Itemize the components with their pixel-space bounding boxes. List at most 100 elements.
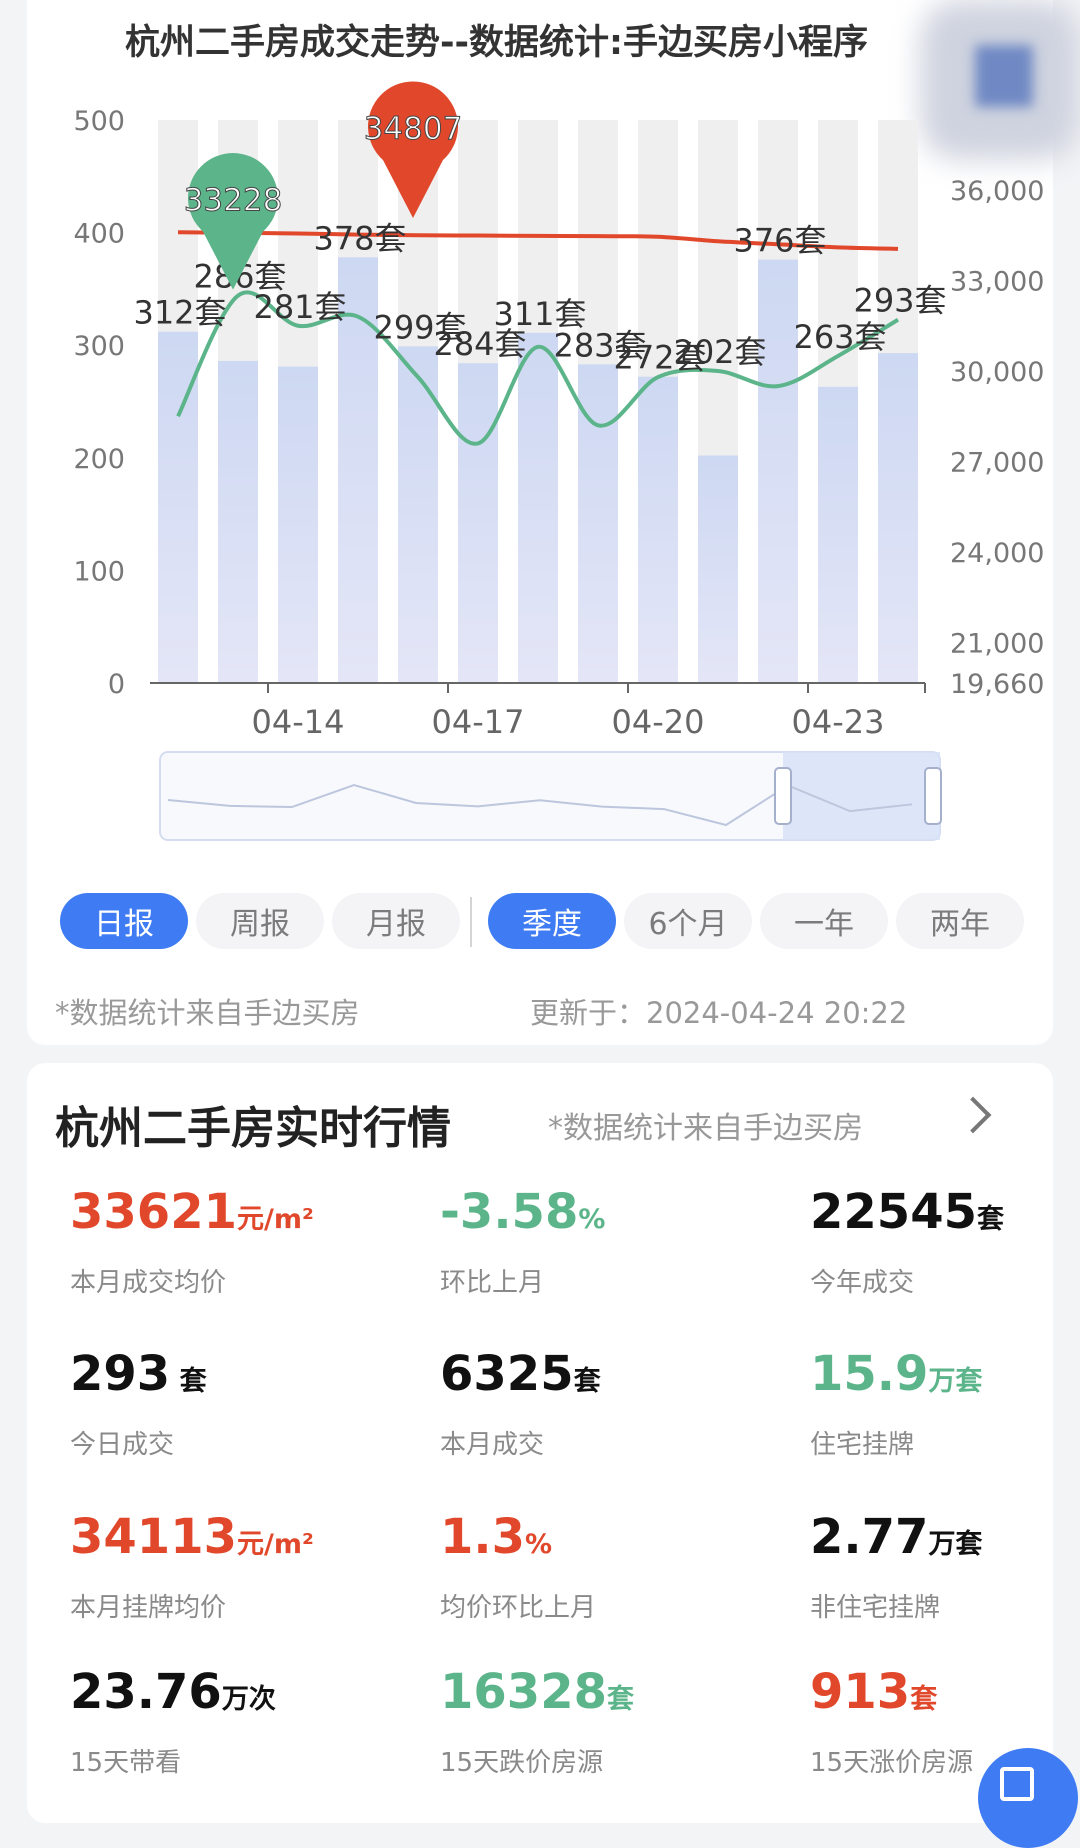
stat-label: 均价环比上月: [440, 1593, 597, 1623]
stat-number: 913: [810, 1664, 911, 1720]
tab-monthly[interactable]: 月报: [332, 893, 460, 949]
tab-weekly[interactable]: 周报: [196, 893, 324, 949]
y-tick-label: 0: [108, 669, 125, 700]
bar-value-label: 263套: [793, 318, 886, 356]
stat-value: 293 套: [70, 1350, 207, 1398]
stat-value: 23.76万次: [70, 1668, 276, 1716]
range-slider-right-handle: [924, 767, 942, 825]
stat-value: 6325套: [440, 1350, 601, 1398]
stat-number: 1.3: [440, 1509, 526, 1565]
bar-value-label: 202套: [673, 333, 766, 371]
stat-value: 1.3%: [440, 1513, 596, 1561]
tab-6months[interactable]: 6个月: [624, 893, 752, 949]
bar: [458, 363, 498, 683]
stat-value: -3.58%: [440, 1188, 605, 1236]
tab-quarter[interactable]: 季度: [488, 893, 616, 949]
stat-value: 2.77万套: [810, 1513, 982, 1561]
bar: [698, 455, 738, 683]
stat-item: 33621元/m² 本月成交均价: [70, 1188, 314, 1299]
stat-number: 34113: [70, 1509, 237, 1565]
bar: [278, 366, 318, 683]
stat-label: 本月挂牌均价: [70, 1593, 227, 1623]
stat-unit: 万套: [928, 1529, 983, 1560]
chart-title: 杭州二手房成交走势--数据统计:手边买房小程序: [125, 23, 869, 63]
x-tick-label: 04-23: [792, 703, 885, 741]
stat-number: 293: [70, 1346, 171, 1402]
stat-number: 16328: [440, 1664, 607, 1720]
stat-unit: 万次: [221, 1684, 276, 1715]
stat-number: 2.77: [810, 1509, 929, 1565]
y-tick-label: 500: [73, 106, 125, 137]
bar: [518, 332, 558, 683]
tab-1year[interactable]: 一年: [760, 893, 888, 949]
trend-chart[interactable]: 0 100 200 300 400 500 19,660 21,000 24,000 27,000…: [0, 80, 1080, 850]
stat-unit: 元/m²: [237, 1204, 314, 1235]
y2-tick-label: 33,000: [950, 267, 1044, 298]
y2-tick-label: 19,660: [950, 669, 1044, 700]
y2-tick-label: 36,000: [950, 176, 1044, 207]
stat-unit: 元/m²: [237, 1529, 314, 1560]
stat-unit: 套: [573, 1366, 601, 1397]
market-title: 杭州二手房实时行情: [55, 1103, 451, 1154]
stat-label: 今年成交: [810, 1268, 915, 1298]
stat-unit: 万套: [928, 1366, 983, 1397]
tab-divider: [470, 897, 472, 947]
stat-label: 15天涨价房源: [810, 1748, 974, 1778]
x-tick-label: 04-17: [432, 703, 525, 741]
bar: [218, 360, 258, 683]
stat-value: 16328套: [440, 1668, 634, 1716]
range-slider-window: [783, 752, 940, 840]
stat-label: 15天跌价房源: [440, 1748, 604, 1778]
bar: [638, 376, 678, 683]
stat-number: 22545: [810, 1184, 977, 1240]
bar-value-label: 293套: [853, 282, 946, 320]
stat-value: 913套: [810, 1668, 973, 1716]
stat-number: 23.76: [70, 1664, 222, 1720]
stat-unit: %: [525, 1529, 553, 1560]
tab-daily[interactable]: 日报: [60, 893, 188, 949]
stat-unit: 套: [977, 1204, 1004, 1235]
stat-item: 22545套今年成交: [810, 1188, 1004, 1299]
x-tick-label: 04-14: [252, 703, 345, 741]
stat-unit: 套: [607, 1684, 634, 1715]
bar-value-label: 281套: [253, 288, 346, 326]
stat-item: 2.77万套非住宅挂牌: [810, 1513, 982, 1624]
price-marker-label: 33228: [184, 183, 283, 219]
stat-label: 环比上月: [440, 1268, 545, 1298]
stat-label: 今日成交: [70, 1430, 175, 1460]
stat-number: 6325: [440, 1346, 574, 1402]
range-slider-left-handle: [774, 767, 792, 825]
stat-item: 6325套本月成交: [440, 1350, 601, 1461]
bar: [818, 386, 858, 683]
stat-label: 住宅挂牌: [810, 1430, 915, 1460]
stat-item: 23.76万次 15天带看: [70, 1668, 276, 1779]
bar-value-label: 312套: [133, 294, 226, 332]
stat-label: 本月成交: [440, 1430, 545, 1460]
stat-item: 1.3% 均价环比上月: [440, 1513, 596, 1624]
bar-value-label: 378套: [313, 219, 406, 257]
bar: [758, 259, 798, 683]
y2-tick-label: 24,000: [950, 538, 1044, 569]
stat-label: 本月成交均价: [70, 1268, 227, 1298]
y2-tick-label: 30,000: [950, 357, 1044, 388]
stat-label: 15天带看: [70, 1748, 182, 1778]
stat-item: 913套 15天涨价房源: [810, 1668, 973, 1779]
stat-value: 15.9万套: [810, 1350, 982, 1398]
stat-number: -3.58: [440, 1184, 579, 1240]
y-tick-label: 400: [73, 219, 125, 250]
stat-number: 15.9: [810, 1346, 929, 1402]
market-source-note: *数据统计来自手边买房: [548, 1111, 863, 1146]
stat-value: 22545套: [810, 1188, 1004, 1236]
data-source-note: *数据统计来自手边买房: [55, 996, 360, 1030]
stat-label: 非住宅挂牌: [810, 1593, 941, 1623]
stat-value: 33621元/m²: [70, 1188, 314, 1236]
stat-item: 293 套今日成交: [70, 1350, 207, 1461]
stat-unit: %: [578, 1204, 606, 1235]
y-tick-label: 200: [73, 444, 125, 475]
stat-number: 33621: [70, 1184, 237, 1240]
stat-value: 34113元/m²: [70, 1513, 314, 1561]
y2-tick-label: 21,000: [950, 629, 1044, 660]
stat-item: 15.9万套住宅挂牌: [810, 1350, 982, 1461]
tab-2years[interactable]: 两年: [896, 893, 1024, 949]
update-time: 更新于：2024-04-24 20:22: [530, 996, 908, 1030]
